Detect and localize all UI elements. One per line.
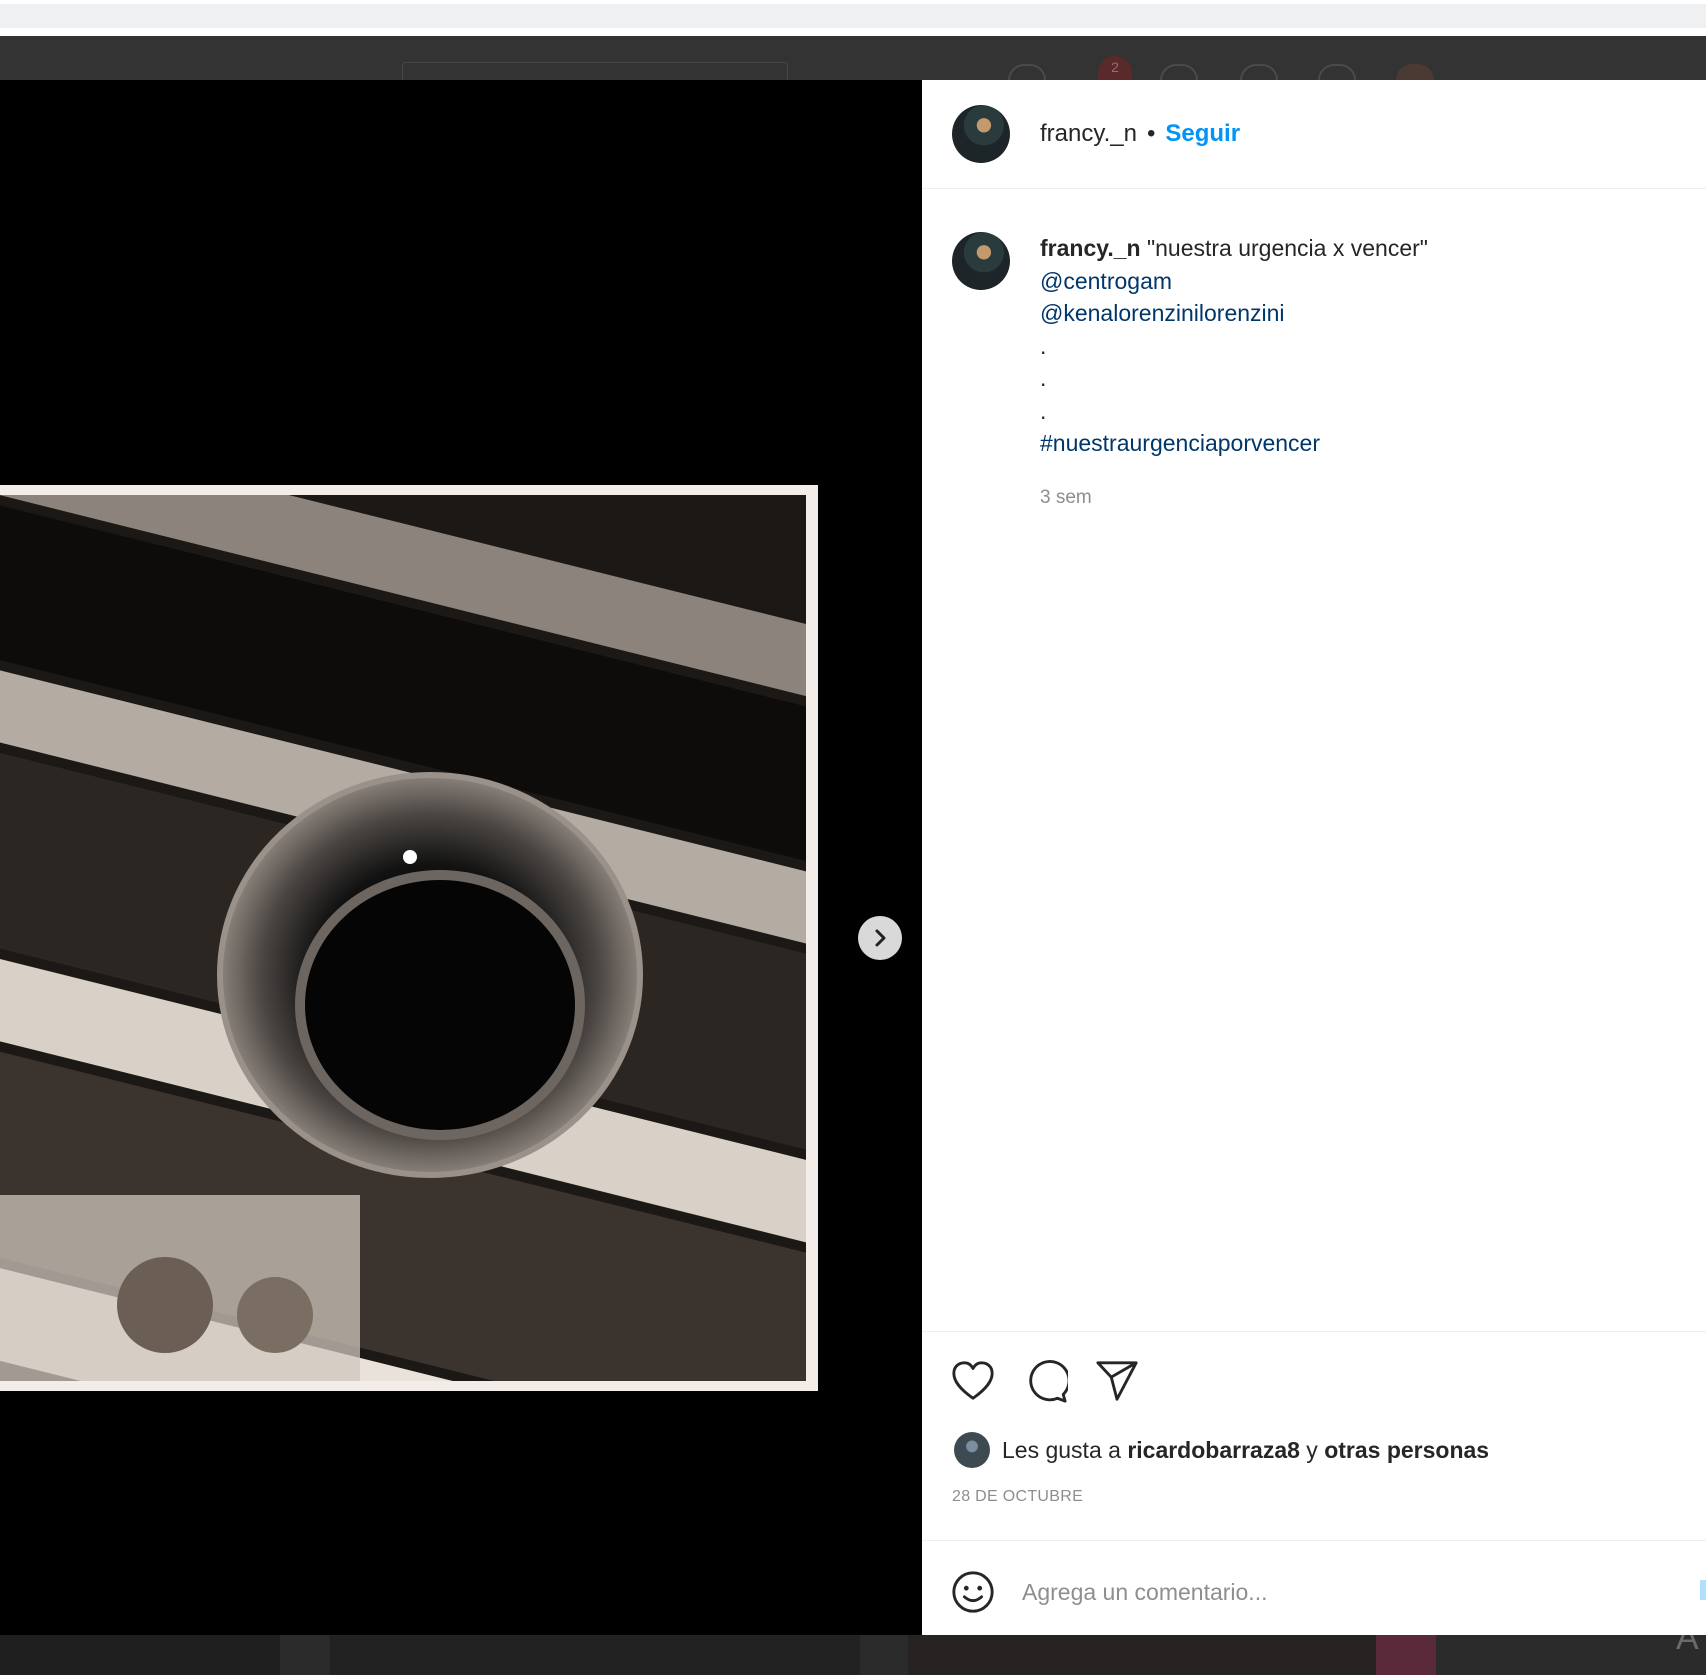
comment-bar xyxy=(950,1564,1706,1620)
post-details-panel: francy._n • Seguir francy._n "nuestra ur… xyxy=(922,80,1706,1635)
background-thumbnail xyxy=(0,1635,280,1675)
background-notification-badge: 2 xyxy=(1098,56,1132,82)
post-photo xyxy=(0,495,806,1381)
liker-username[interactable]: ricardobarraza8 xyxy=(1127,1437,1300,1464)
post-caption: francy._n "nuestra urgencia x vencer" @c… xyxy=(952,232,1672,514)
caption-username[interactable]: francy._n xyxy=(1040,235,1141,261)
author-username[interactable]: francy._n xyxy=(1040,120,1137,148)
chevron-right-icon xyxy=(875,929,886,947)
address-bar-edge xyxy=(0,4,1706,28)
likes-prefix: Les gusta a xyxy=(1002,1436,1121,1463)
post-image-area[interactable] xyxy=(0,80,922,1635)
hashtag-link[interactable]: #nuestraurgenciaporvencer xyxy=(1040,427,1428,460)
post-header: francy._n • Seguir xyxy=(922,80,1706,189)
browser-top-strip xyxy=(0,0,1706,36)
likes-conjunction: y xyxy=(1306,1436,1318,1463)
author-avatar[interactable] xyxy=(952,105,1010,163)
caption-dot: . xyxy=(1040,397,1047,424)
background-nav-bar xyxy=(0,36,1706,80)
liker-avatar[interactable] xyxy=(954,1432,990,1468)
comment-divider xyxy=(922,1540,1706,1541)
comment-bubble-icon[interactable] xyxy=(1022,1358,1068,1404)
background-thumbnail xyxy=(908,1635,1378,1675)
likes-others-link[interactable]: otras personas xyxy=(1324,1437,1489,1464)
background-thumbnail xyxy=(330,1635,860,1675)
carousel-next-button[interactable] xyxy=(858,916,902,960)
caption-text: "nuestra urgencia x vencer" xyxy=(1146,235,1428,261)
background-search-box xyxy=(402,62,788,81)
smiley-icon[interactable] xyxy=(950,1569,996,1615)
caption-dot: . xyxy=(1040,365,1047,391)
post-date[interactable]: 28 DE OCTUBRE xyxy=(952,1488,1083,1506)
paper-plane-icon[interactable] xyxy=(1094,1358,1140,1404)
caption-author-avatar[interactable] xyxy=(952,232,1010,290)
background-thumbnail xyxy=(1376,1635,1436,1675)
caption-dot: . xyxy=(1040,332,1047,359)
comment-input[interactable] xyxy=(1020,1577,1664,1607)
actions-divider xyxy=(922,1331,1706,1332)
photo-artwork xyxy=(0,495,806,1381)
header-separator: • xyxy=(1146,120,1156,147)
follow-button[interactable]: Seguir xyxy=(1165,120,1240,148)
mention-link[interactable]: @centrogam xyxy=(1040,265,1428,298)
mention-link[interactable]: @kenalorenzinilorenzini xyxy=(1040,297,1428,330)
post-actions xyxy=(950,1358,1140,1404)
likes-summary: Les gusta a ricardobarraza8 y otras pers… xyxy=(954,1432,1489,1468)
caption-timestamp[interactable]: 3 sem xyxy=(1040,482,1428,515)
post-photo-frame xyxy=(0,485,818,1391)
heart-icon[interactable] xyxy=(950,1358,996,1404)
post-comment-button[interactable] xyxy=(1700,1580,1706,1600)
caption-body: francy._n "nuestra urgencia x vencer" @c… xyxy=(1040,232,1428,514)
